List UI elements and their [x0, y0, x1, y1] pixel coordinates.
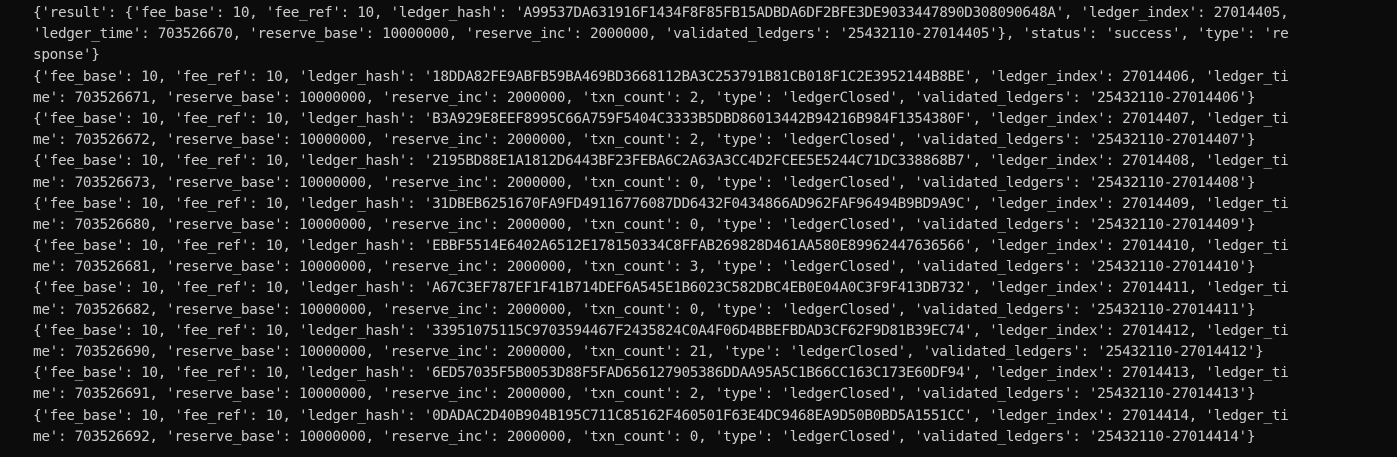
terminal-line: {'fee_base': 10, 'fee_ref': 10, 'ledger_… [33, 407, 1289, 424]
terminal-line: {'fee_base': 10, 'fee_ref': 10, 'ledger_… [33, 238, 1289, 255]
terminal-output[interactable]: {'result': {'fee_base': 10, 'fee_ref': 1… [0, 0, 1397, 457]
terminal-line: {'fee_base': 10, 'fee_ref': 10, 'ledger_… [33, 365, 1289, 382]
terminal-line: 'ledger_time': 703526670, 'reserve_base'… [33, 26, 1289, 43]
terminal-line: me': 703526682, 'reserve_base': 10000000… [33, 301, 1256, 318]
terminal-line: {'fee_base': 10, 'fee_ref': 10, 'ledger_… [33, 280, 1289, 297]
terminal-line: me': 703526681, 'reserve_base': 10000000… [33, 259, 1256, 276]
terminal-line: {'result': {'fee_base': 10, 'fee_ref': 1… [33, 5, 1289, 21]
terminal-line: me': 703526672, 'reserve_base': 10000000… [33, 132, 1256, 149]
terminal-line: me': 703526691, 'reserve_base': 10000000… [33, 386, 1256, 403]
terminal-line: {'fee_base': 10, 'fee_ref': 10, 'ledger_… [33, 153, 1289, 170]
terminal-line: {'fee_base': 10, 'fee_ref': 10, 'ledger_… [33, 195, 1289, 212]
terminal-line: sponse'} [33, 47, 100, 64]
terminal-line: me': 703526671, 'reserve_base': 10000000… [33, 89, 1256, 106]
terminal-line: {'fee_base': 10, 'fee_ref': 10, 'ledger_… [33, 110, 1289, 127]
terminal-line: me': 703526690, 'reserve_base': 10000000… [33, 344, 1264, 360]
terminal-line: {'fee_base': 10, 'fee_ref': 10, 'ledger_… [33, 322, 1289, 339]
terminal-line: me': 703526680, 'reserve_base': 10000000… [33, 216, 1256, 233]
terminal-line: me': 703526673, 'reserve_base': 10000000… [33, 174, 1256, 191]
terminal-line: me': 703526692, 'reserve_base': 10000000… [33, 428, 1256, 445]
terminal-line: {'fee_base': 10, 'fee_ref': 10, 'ledger_… [33, 68, 1289, 85]
